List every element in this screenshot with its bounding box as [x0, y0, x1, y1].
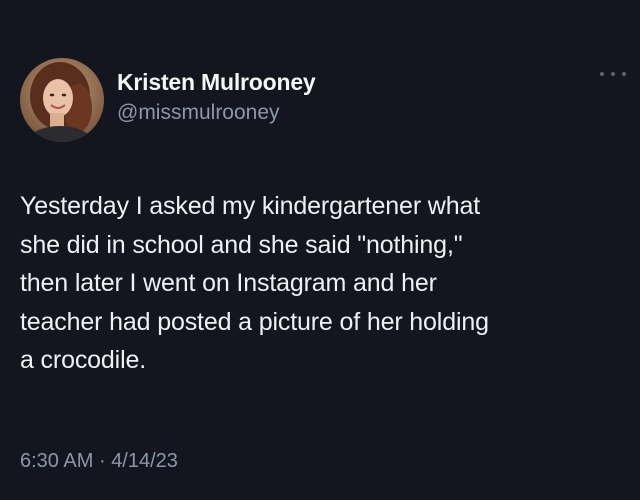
avatar-image	[20, 58, 104, 142]
tweet-timestamp[interactable]: 6:30 AM · 4/14/23	[20, 450, 178, 473]
meta-separator: ·	[98, 450, 106, 472]
tweet-date: 4/14/23	[111, 450, 178, 472]
author-names: Kristen Mulrooney @missmulrooney	[117, 68, 316, 127]
tweet-header: Kristen Mulrooney @missmulrooney	[20, 58, 626, 142]
user-handle[interactable]: @missmulrooney	[117, 99, 316, 127]
dot	[622, 72, 626, 76]
dot	[611, 72, 615, 76]
tweet-card: Kristen Mulrooney @missmulrooney Yesterd…	[0, 0, 640, 500]
tweet-text-line: then later I went on Instagram and her	[20, 269, 437, 297]
tweet-text-line: teacher had posted a picture of her hold…	[20, 307, 489, 336]
avatar[interactable]	[20, 58, 104, 142]
tweet-text-line: she did in school and she said "nothing,…	[20, 230, 463, 259]
more-options-icon[interactable]	[600, 68, 626, 80]
tweet-body: Yesterday I asked my kindergartener what…	[20, 187, 626, 380]
tweet-time: 6:30 AM	[20, 450, 94, 472]
display-name[interactable]: Kristen Mulrooney	[117, 68, 316, 96]
tweet-text-line: a crocodile.	[20, 346, 147, 374]
tweet-text-line: Yesterday I asked my kindergartener what	[20, 192, 480, 220]
dot	[600, 72, 604, 76]
